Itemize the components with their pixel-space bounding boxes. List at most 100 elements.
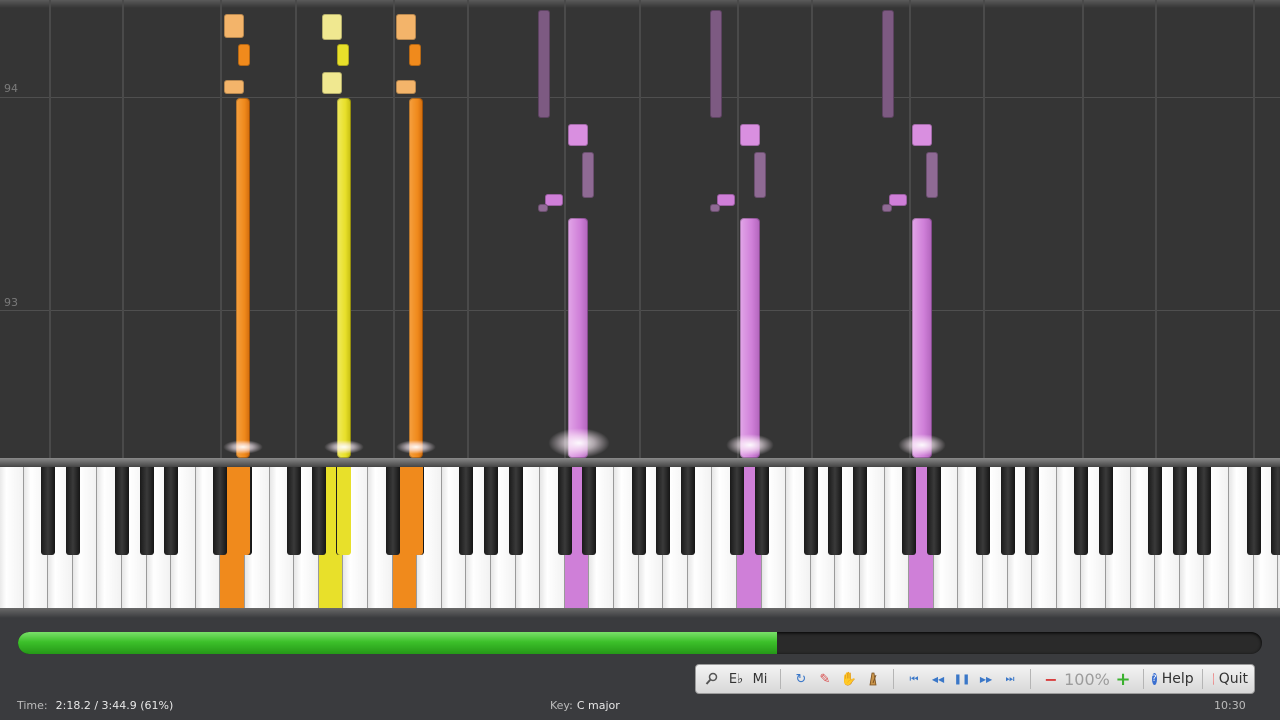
pressed-key-highlight bbox=[337, 467, 351, 555]
note bbox=[740, 124, 760, 146]
black-key[interactable] bbox=[287, 467, 302, 555]
black-key[interactable] bbox=[754, 467, 769, 555]
black-key[interactable] bbox=[311, 467, 326, 555]
black-key[interactable] bbox=[853, 467, 867, 555]
octave-line bbox=[737, 0, 739, 458]
note-hit-spark bbox=[726, 434, 774, 456]
black-key[interactable] bbox=[902, 467, 917, 555]
black-key[interactable] bbox=[828, 467, 843, 555]
note bbox=[224, 14, 244, 38]
toolbar-divider bbox=[893, 669, 894, 689]
black-key[interactable] bbox=[459, 467, 474, 555]
black-key[interactable] bbox=[1271, 467, 1280, 555]
note bbox=[717, 194, 735, 206]
black-key[interactable] bbox=[115, 467, 129, 555]
help-label: Help bbox=[1161, 671, 1194, 687]
note bbox=[926, 152, 938, 198]
black-key[interactable] bbox=[803, 467, 818, 555]
black-key[interactable] bbox=[139, 467, 154, 555]
black-key[interactable] bbox=[976, 467, 990, 555]
black-key[interactable] bbox=[41, 467, 56, 555]
note bbox=[912, 124, 932, 146]
black-key[interactable] bbox=[1197, 467, 1212, 555]
octave-line bbox=[1082, 0, 1084, 458]
note-names-button[interactable]: Mi bbox=[750, 667, 770, 691]
note bbox=[582, 152, 594, 198]
note bbox=[396, 80, 416, 94]
note bbox=[322, 72, 342, 94]
key-signature-button[interactable]: E♭ bbox=[726, 667, 746, 691]
time-value: 2:18.2 / 3:44.9 (61%) bbox=[55, 699, 174, 712]
black-key[interactable] bbox=[508, 467, 523, 555]
zoom-level: 100% bbox=[1064, 669, 1110, 689]
pencil-icon[interactable]: ✎ bbox=[815, 667, 835, 691]
time-status: Time: 2:18.2 / 3:44.9 (61%) bbox=[17, 699, 173, 712]
black-key[interactable] bbox=[1099, 467, 1113, 555]
measure-label: 94 bbox=[4, 82, 18, 95]
black-key[interactable] bbox=[385, 467, 400, 555]
skip-to-end-button[interactable]: ⏭ bbox=[1000, 667, 1020, 691]
note bbox=[568, 218, 588, 458]
loop-icon[interactable]: ↻ bbox=[791, 667, 811, 691]
note bbox=[238, 44, 250, 66]
help-icon: ? bbox=[1151, 673, 1157, 685]
note-hit-spark bbox=[324, 440, 364, 454]
note bbox=[236, 98, 250, 458]
white-key[interactable] bbox=[0, 467, 24, 610]
magnify-icon[interactable] bbox=[702, 667, 722, 691]
octave-line bbox=[983, 0, 985, 458]
note bbox=[322, 14, 342, 40]
quit-button[interactable]: Quit bbox=[1212, 667, 1248, 691]
note-hit-spark bbox=[223, 440, 263, 454]
quit-icon bbox=[1212, 673, 1214, 685]
black-key[interactable] bbox=[1000, 467, 1015, 555]
note bbox=[337, 98, 351, 458]
black-key[interactable] bbox=[656, 467, 671, 555]
playback-toolbar: E♭ Mi ↻ ✎ ✋ ⏮ ◀◀ ❚❚ ▶▶ ⏭ − 100% + ? Help… bbox=[695, 664, 1255, 694]
black-key[interactable] bbox=[484, 467, 498, 555]
key-status: Key: C major bbox=[550, 699, 620, 712]
pause-button[interactable]: ❚❚ bbox=[952, 667, 972, 691]
note bbox=[568, 124, 588, 146]
octave-line bbox=[639, 0, 641, 458]
octave-line bbox=[122, 0, 124, 458]
time-label: Time: bbox=[17, 699, 48, 712]
black-key[interactable] bbox=[1246, 467, 1261, 555]
black-key[interactable] bbox=[631, 467, 646, 555]
song-progress-bar[interactable] bbox=[18, 632, 1262, 654]
black-key[interactable] bbox=[926, 467, 941, 555]
note bbox=[882, 204, 892, 212]
metronome-icon[interactable] bbox=[863, 667, 883, 691]
rewind-button[interactable]: ◀◀ bbox=[928, 667, 948, 691]
black-key[interactable] bbox=[680, 467, 695, 555]
help-button[interactable]: ? Help bbox=[1151, 667, 1194, 691]
black-key[interactable] bbox=[164, 467, 179, 555]
octave-line bbox=[49, 0, 51, 458]
black-key[interactable] bbox=[1148, 467, 1163, 555]
black-key[interactable] bbox=[1025, 467, 1040, 555]
pressed-key-highlight bbox=[409, 467, 423, 555]
key-value: C major bbox=[576, 699, 620, 712]
black-key[interactable] bbox=[582, 467, 597, 555]
zoom-in-button[interactable]: + bbox=[1113, 667, 1133, 691]
note bbox=[710, 204, 720, 212]
skip-to-start-button[interactable]: ⏮ bbox=[904, 667, 924, 691]
octave-line bbox=[393, 0, 395, 458]
octave-line bbox=[467, 0, 469, 458]
zoom-out-button[interactable]: − bbox=[1041, 667, 1061, 691]
black-key[interactable] bbox=[213, 467, 228, 555]
measure-label: 93 bbox=[4, 296, 18, 309]
note bbox=[409, 44, 421, 66]
note bbox=[538, 10, 550, 118]
black-key[interactable] bbox=[557, 467, 572, 555]
keyboard-bottom-edge bbox=[0, 608, 1280, 618]
black-key[interactable] bbox=[1074, 467, 1089, 555]
black-key[interactable] bbox=[1172, 467, 1187, 555]
toolbar-divider bbox=[1201, 669, 1203, 689]
black-key[interactable] bbox=[730, 467, 744, 555]
toolbar-divider bbox=[780, 669, 781, 689]
black-key[interactable] bbox=[65, 467, 80, 555]
hand-icon[interactable]: ✋ bbox=[839, 667, 859, 691]
clock: 10:30 bbox=[1214, 699, 1246, 712]
fast-forward-button[interactable]: ▶▶ bbox=[976, 667, 996, 691]
